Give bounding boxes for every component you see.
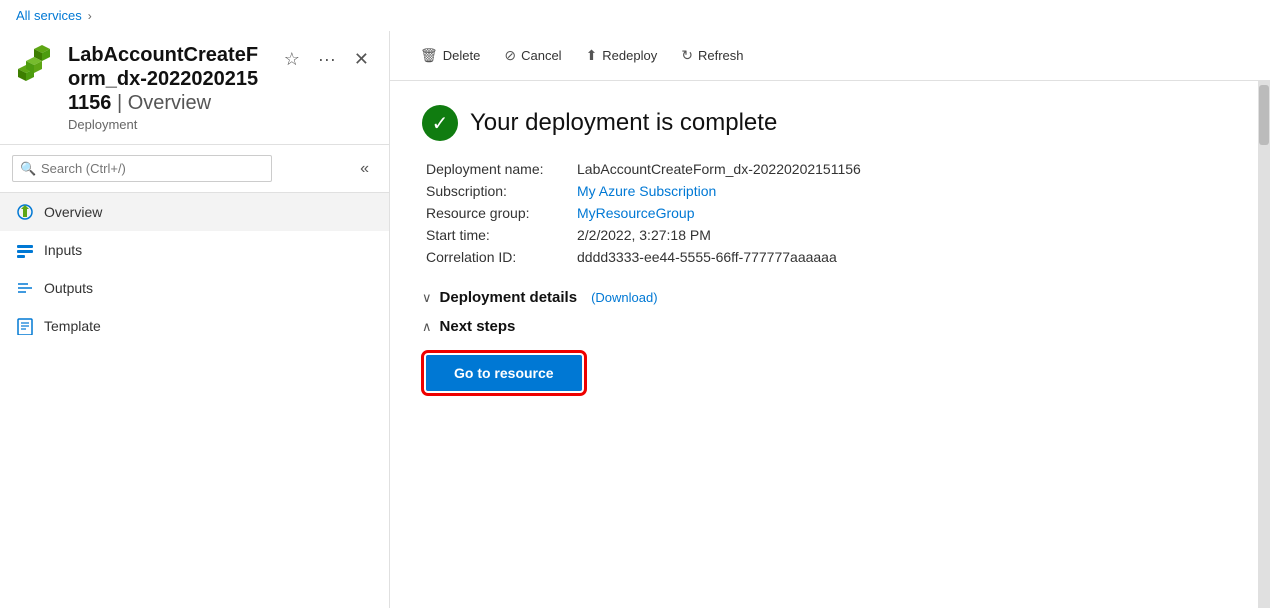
resource-title: LabAccountCreateForm_dx-20220202151156 |…	[68, 43, 268, 115]
search-bar: 🔍 «	[0, 145, 389, 193]
cancel-icon: ⊘	[504, 47, 516, 64]
breadcrumb: All services ›	[0, 0, 1270, 31]
start-time-value: 2/2/2022, 3:27:18 PM	[577, 227, 711, 243]
status-check-icon: ✓	[422, 105, 458, 141]
search-input-wrap: 🔍	[12, 155, 272, 182]
subscription-label: Subscription:	[426, 183, 571, 199]
scrollbar-track[interactable]	[1258, 81, 1270, 608]
redeploy-icon: ⬆	[586, 47, 598, 64]
sidebar-item-label-overview: Overview	[44, 204, 102, 220]
content-body: ✓ Your deployment is complete Deployment…	[390, 81, 1258, 608]
inputs-icon	[16, 241, 34, 259]
sidebar-item-label-template: Template	[44, 318, 101, 334]
sidebar-item-label-outputs: Outputs	[44, 280, 93, 296]
deployment-name-label: Deployment name:	[426, 161, 571, 177]
toolbar: 🗑 Delete ⊘ Cancel ⬆ Redeploy ↻ Refresh	[390, 31, 1270, 81]
start-time-row: Start time: 2/2/2022, 3:27:18 PM	[426, 227, 1226, 243]
redeploy-button[interactable]: ⬆ Redeploy	[576, 41, 668, 70]
resource-header: LabAccountCreateForm_dx-20220202151156 |…	[0, 31, 389, 145]
delete-icon: 🗑	[420, 47, 438, 64]
deployment-name-value: LabAccountCreateForm_dx-20220202151156	[577, 161, 861, 177]
resource-group-value[interactable]: MyResourceGroup	[577, 205, 695, 221]
next-steps-section-header[interactable]: ∧ Next steps	[422, 318, 1226, 335]
outputs-icon	[16, 279, 34, 297]
deployment-details-download-link[interactable]: (Download)	[591, 290, 657, 305]
sidebar-item-overview[interactable]: Overview	[0, 193, 389, 231]
all-services-link[interactable]: All services	[16, 8, 82, 23]
sidebar: LabAccountCreateForm_dx-20220202151156 |…	[0, 31, 390, 608]
next-steps-title: Next steps	[440, 318, 516, 335]
deployment-details-title: Deployment details	[440, 289, 578, 306]
sidebar-item-outputs[interactable]: Outputs	[0, 269, 389, 307]
cancel-button[interactable]: ⊘ Cancel	[494, 41, 571, 70]
pin-button[interactable]: ☆	[280, 47, 304, 72]
next-steps-section: ∧ Next steps Go to resource	[422, 318, 1226, 391]
correlation-id-value: dddd3333-ee44-5555-66ff-777777aaaaaa	[577, 249, 837, 265]
resource-title-group: LabAccountCreateForm_dx-20220202151156 |…	[68, 43, 268, 132]
close-button[interactable]: ✕	[350, 47, 373, 72]
scrollbar-thumb[interactable]	[1259, 85, 1269, 145]
sidebar-nav: Overview Inputs	[0, 193, 389, 608]
search-input[interactable]	[12, 155, 272, 182]
deployment-details-grid: Deployment name: LabAccountCreateForm_dx…	[426, 161, 1226, 265]
more-button[interactable]: ···	[314, 47, 340, 72]
collapse-sidebar-button[interactable]: «	[352, 156, 377, 182]
content-area: 🗑 Delete ⊘ Cancel ⬆ Redeploy ↻ Refresh ✓	[390, 31, 1270, 608]
deployment-name-row: Deployment name: LabAccountCreateForm_dx…	[426, 161, 1226, 177]
resource-group-row: Resource group: MyResourceGroup	[426, 205, 1226, 221]
start-time-label: Start time:	[426, 227, 571, 243]
resource-group-label: Resource group:	[426, 205, 571, 221]
sidebar-item-label-inputs: Inputs	[44, 242, 82, 258]
correlation-id-row: Correlation ID: dddd3333-ee44-5555-66ff-…	[426, 249, 1226, 265]
search-icon: 🔍	[20, 161, 36, 177]
deployment-details-section-header[interactable]: ∨ Deployment details (Download)	[422, 289, 1226, 306]
refresh-button[interactable]: ↻ Refresh	[671, 41, 753, 70]
header-actions: ☆ ··· ✕	[280, 47, 373, 72]
breadcrumb-separator: ›	[88, 9, 92, 23]
template-icon	[16, 317, 34, 335]
deployment-details-chevron: ∨	[422, 290, 432, 306]
overview-icon	[16, 203, 34, 221]
go-to-resource-button[interactable]: Go to resource	[426, 355, 582, 391]
subscription-value[interactable]: My Azure Subscription	[577, 183, 716, 199]
deployment-status: ✓ Your deployment is complete	[422, 105, 1226, 141]
next-steps-chevron: ∧	[422, 319, 432, 335]
deployment-status-text: Your deployment is complete	[470, 109, 777, 137]
sidebar-item-template[interactable]: Template	[0, 307, 389, 345]
sidebar-item-inputs[interactable]: Inputs	[0, 231, 389, 269]
correlation-id-label: Correlation ID:	[426, 249, 571, 265]
delete-button[interactable]: 🗑 Delete	[410, 41, 490, 70]
resource-icon	[16, 43, 56, 83]
subscription-row: Subscription: My Azure Subscription	[426, 183, 1226, 199]
resource-subtitle: Deployment	[68, 117, 268, 132]
refresh-icon: ↻	[681, 47, 693, 64]
